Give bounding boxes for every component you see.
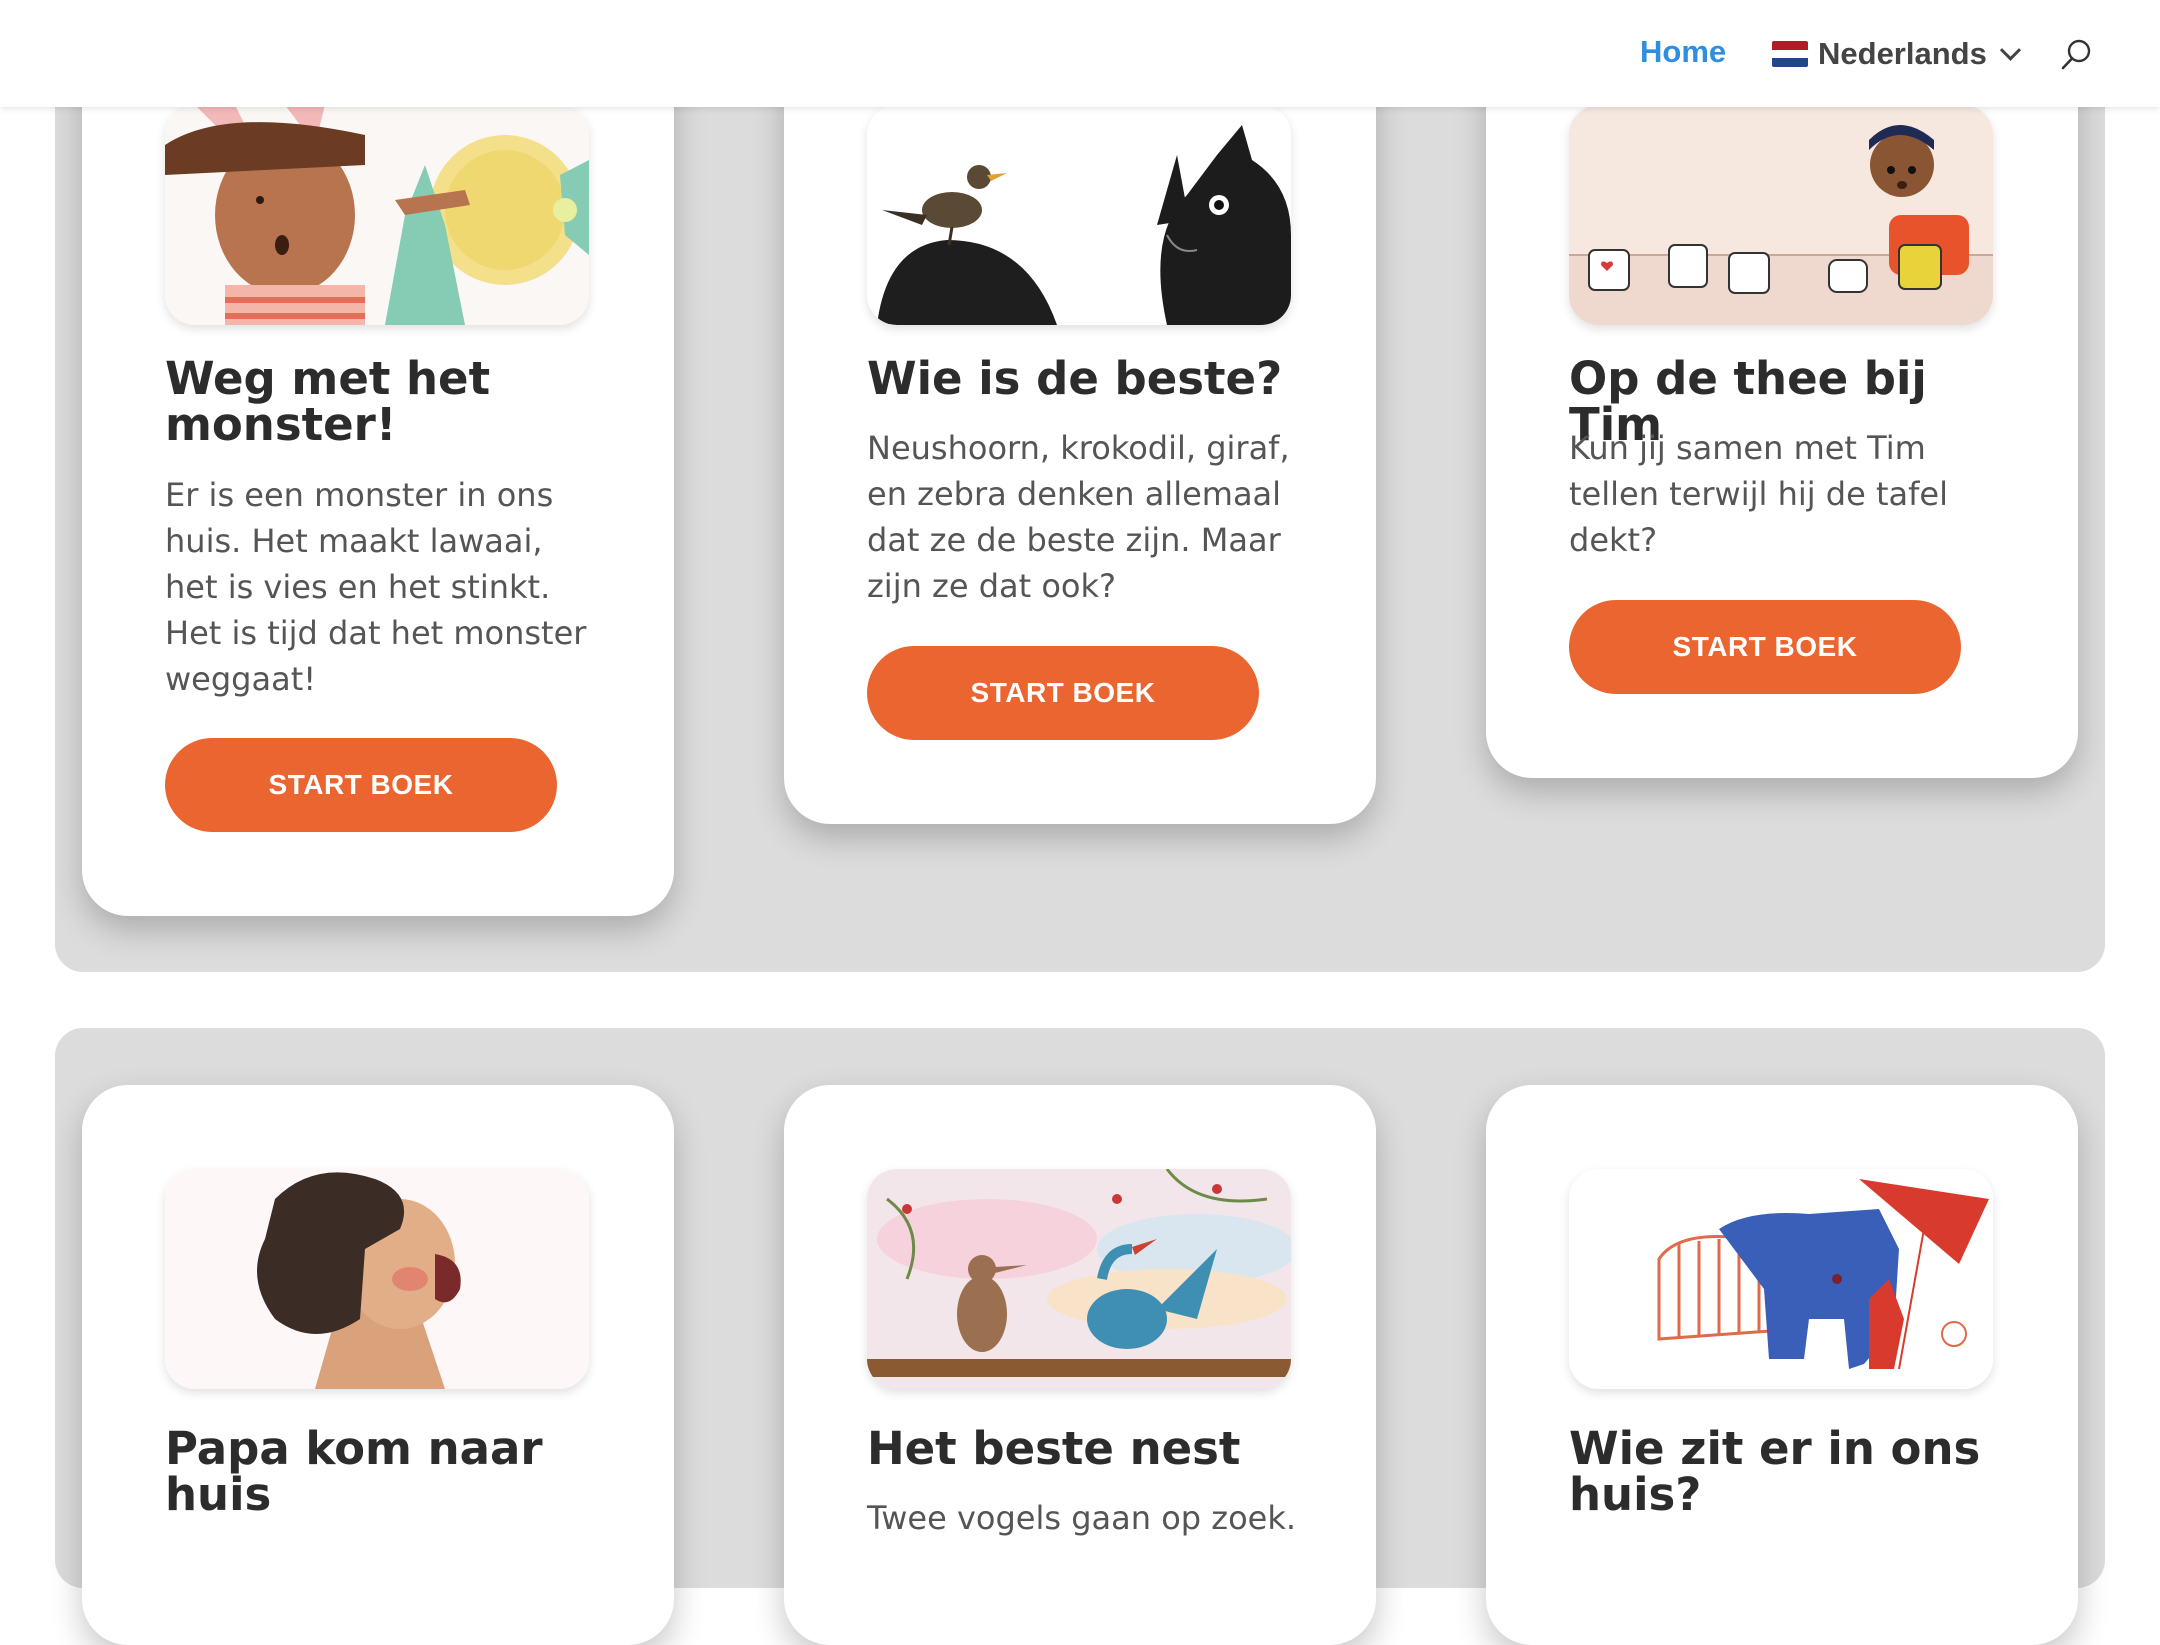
- book-cover-image[interactable]: [1569, 1169, 1993, 1389]
- book-description: Er is een monster in ons huis. Het maakt…: [165, 476, 587, 698]
- book-cover-image[interactable]: [165, 105, 589, 325]
- book-cover-image[interactable]: [165, 1169, 589, 1389]
- language-label: Nederlands: [1818, 36, 1987, 71]
- book-cover-image[interactable]: [867, 1169, 1291, 1389]
- search-icon[interactable]: [2060, 38, 2092, 70]
- book-title: Papa kom naar huis: [165, 1422, 543, 1521]
- netherlands-flag-icon: [1772, 41, 1808, 67]
- start-book-button[interactable]: START BOEK: [1569, 600, 1961, 694]
- book-title: Weg met het monster!: [165, 352, 491, 451]
- nav-home-link[interactable]: Home: [1640, 34, 1726, 70]
- book-cover-image[interactable]: [1569, 105, 1993, 325]
- book-description: Kun jij samen met Tim tellen terwijl hij…: [1569, 429, 1948, 559]
- site-header: Home Nederlands: [0, 0, 2160, 107]
- book-title: Wie is de beste?: [867, 352, 1283, 405]
- book-card: Weg met het monster! Er is een monster i…: [82, 45, 674, 916]
- book-card: Papa kom naar huis: [82, 1085, 674, 1645]
- book-cover-image[interactable]: [867, 105, 1291, 325]
- language-selector[interactable]: Nederlands: [1772, 34, 2021, 74]
- book-card: Wie zit er in ons huis?: [1486, 1085, 2078, 1645]
- book-title: Wie zit er in ons huis?: [1569, 1422, 1981, 1521]
- chevron-down-icon: [1999, 39, 2021, 61]
- book-card: Op de thee bij Tim Kun jij samen met Tim…: [1486, 45, 2078, 778]
- book-description: Neushoorn, krokodil, giraf, en zebra den…: [867, 429, 1290, 605]
- start-book-button[interactable]: START BOEK: [867, 646, 1259, 740]
- book-title: Het beste nest: [867, 1422, 1241, 1475]
- start-book-button[interactable]: START BOEK: [165, 738, 557, 832]
- book-description: Twee vogels gaan op zoek.: [867, 1499, 1297, 1537]
- book-card: Het beste nest Twee vogels gaan op zoek.: [784, 1085, 1376, 1645]
- book-card: Wie is de beste? Neushoorn, krokodil, gi…: [784, 45, 1376, 824]
